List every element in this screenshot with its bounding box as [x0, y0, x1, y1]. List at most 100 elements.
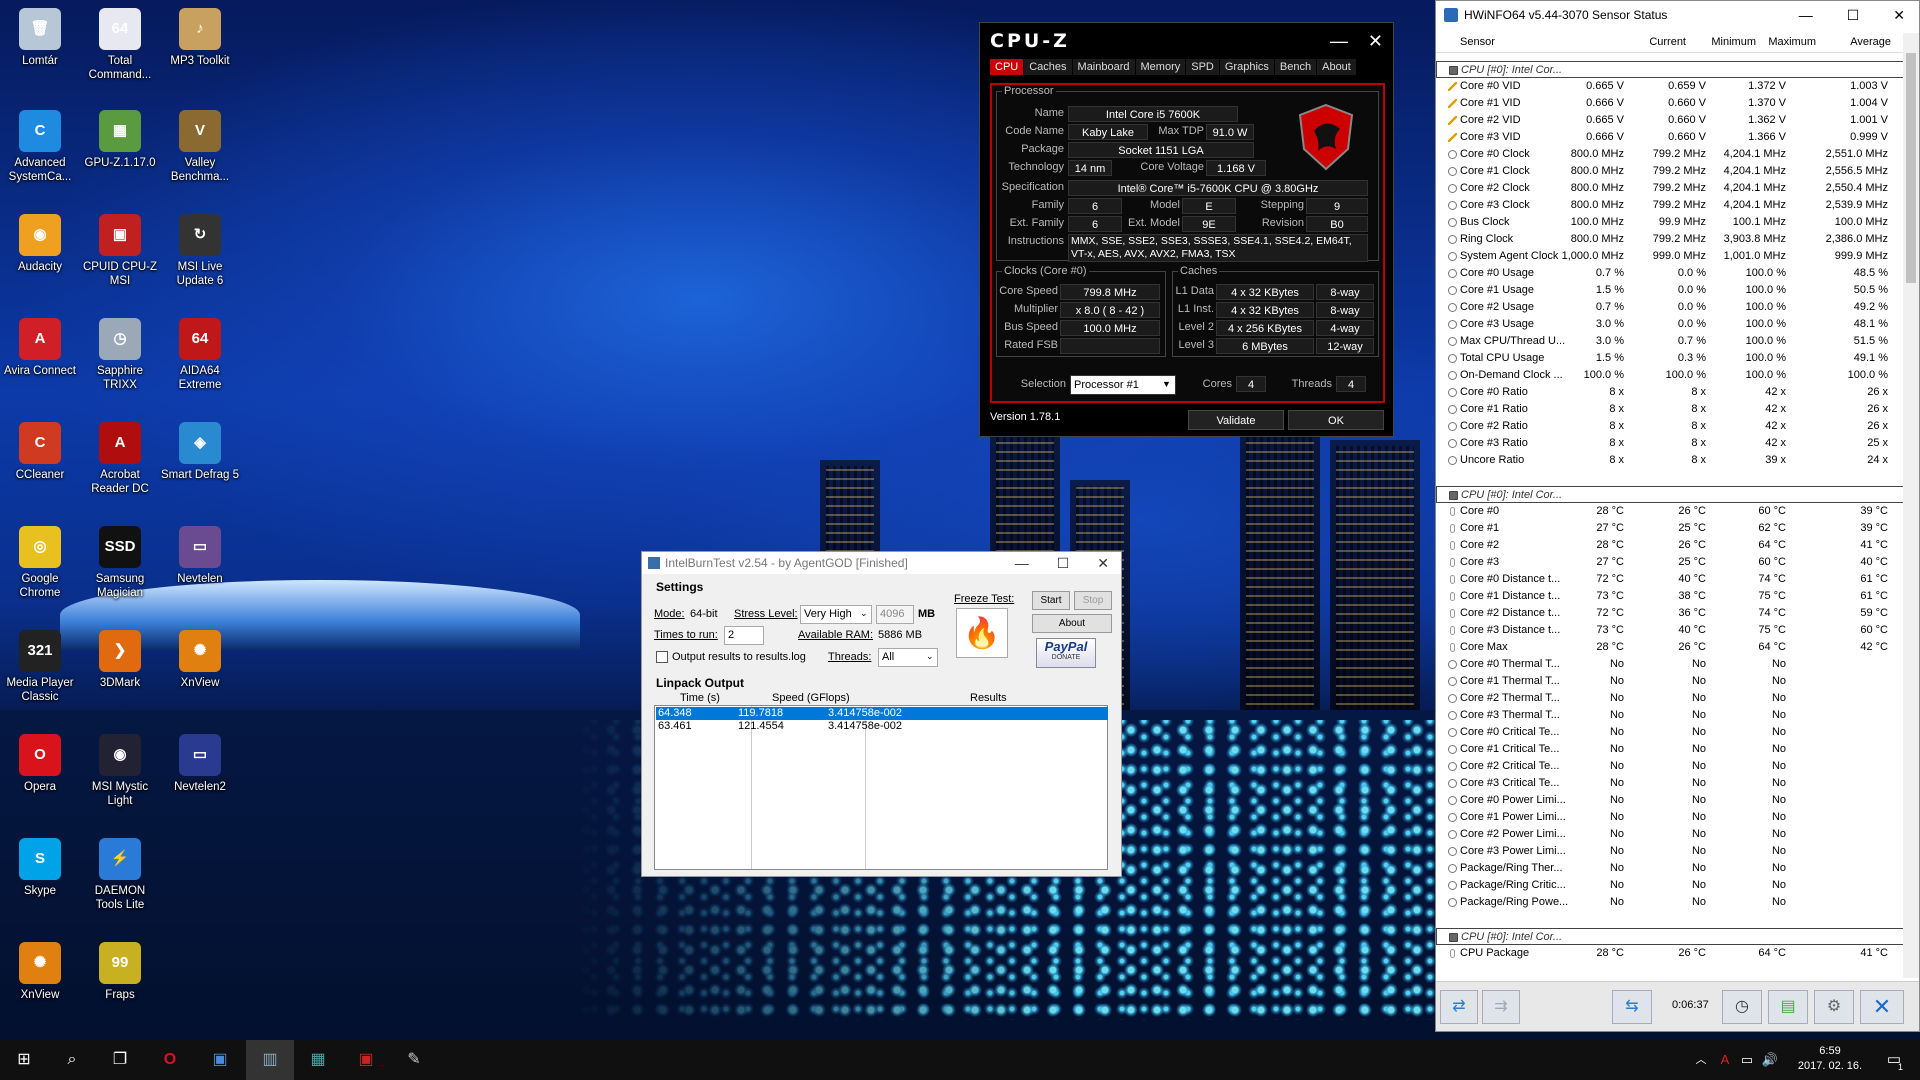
paypal-donate-button[interactable]: PayPal DONATE [1036, 638, 1096, 668]
close-icon[interactable]: ✕ [1368, 31, 1383, 52]
desktop-icon-cpuid-cpu-z-msi[interactable]: ▣ CPUID CPU-Z MSI [80, 214, 160, 288]
tab-mainboard[interactable]: Mainboard [1072, 59, 1135, 75]
table-row[interactable]: Core #2 28 °C 26 °C 64 °C 41 °C [1436, 537, 1904, 554]
desktop-icon-media-player-classic[interactable]: 321 Media Player Classic [0, 630, 80, 704]
desktop-icon-xnview[interactable]: ✺ XnView [160, 630, 240, 690]
col-sensor[interactable]: Sensor [1460, 36, 1495, 48]
table-row[interactable]: Core #2 Thermal T... No No No [1436, 690, 1904, 707]
desktop-icon-nevtelen2[interactable]: ▭ Nevtelen2 [160, 734, 240, 794]
chevron-down-icon[interactable]: ▼ [1162, 379, 1171, 389]
table-row[interactable]: Core #0 Distance t... 72 °C 40 °C 74 °C 61 °… [1436, 571, 1904, 588]
col-average[interactable]: Average [1806, 36, 1891, 48]
close-icon[interactable]: ✕ [1097, 555, 1109, 572]
memory-input[interactable]: 4096 [876, 605, 914, 624]
list-item[interactable]: 64.348 119.7818 3.414758e-002 [656, 707, 1108, 720]
desktop-icon-google-chrome[interactable]: ◎ Google Chrome [0, 526, 80, 600]
desktop-icon-lomt-r[interactable]: 🗑 Lomtár [0, 8, 80, 68]
cpuz-titlebar[interactable]: CPU-Z — ✕ [980, 23, 1393, 59]
table-row[interactable]: Package/Ring Critic... No No No [1436, 877, 1904, 894]
table-row[interactable]: Core #3 Usage 3.0 % 0.0 % 100.0 % 48.1 % [1436, 316, 1904, 333]
table-row[interactable]: Total CPU Usage 1.5 % 0.3 % 100.0 % 49.1 % [1436, 350, 1904, 367]
minimize-icon[interactable]: — [1330, 31, 1348, 52]
processor-select[interactable]: Processor #1 [1070, 375, 1176, 395]
table-row[interactable]: Core #2 Usage 0.7 % 0.0 % 100.0 % 49.2 % [1436, 299, 1904, 316]
minimize-icon[interactable]: — [1015, 555, 1029, 572]
windows-start-icon[interactable]: ⊞ [0, 1040, 48, 1080]
table-row[interactable]: Core #0 VID 0.665 V 0.659 V 1.372 V 1.003 V [1436, 78, 1904, 95]
table-row[interactable]: Core #2 Ratio 8 x 8 x 42 x 26 x [1436, 418, 1904, 435]
gpuz-taskbar-icon[interactable]: ▦ [294, 1040, 342, 1080]
table-row[interactable]: Core #0 Clock 800.0 MHz 799.2 MHz 4,204.1 M… [1436, 146, 1904, 163]
desktop-icon-ccleaner[interactable]: C CCleaner [0, 422, 80, 482]
close-sensors-icon[interactable]: ✕ [1860, 990, 1904, 1024]
table-row[interactable]: Core #3 Critical Te... No No No [1436, 775, 1904, 792]
stop-button[interactable]: Stop [1074, 591, 1112, 610]
table-row[interactable]: Core #1 Distance t... 73 °C 38 °C 75 °C 61 °… [1436, 588, 1904, 605]
sensor-group-row[interactable]: CPU [#0]: Intel Cor... [1436, 928, 1904, 945]
desktop-icon-opera[interactable]: O Opera [0, 734, 80, 794]
desktop-icon-acrobat-reader-dc[interactable]: A Acrobat Reader DC [80, 422, 160, 496]
table-row[interactable]: Ring Clock 800.0 MHz 799.2 MHz 3,903.8 MHz 2… [1436, 231, 1904, 248]
validate-button[interactable]: Validate [1188, 410, 1284, 430]
table-row[interactable]: Core #2 Clock 800.0 MHz 799.2 MHz 4,204.1 M… [1436, 180, 1904, 197]
arrows-left-right-icon[interactable]: ⇄ [1440, 990, 1478, 1024]
col-maximum[interactable]: Maximum [1736, 36, 1816, 48]
cpuz-window[interactable]: CPU-Z — ✕ CPU Caches Mainboard Memory SPD Grap… [979, 22, 1394, 437]
hwinfo-taskbar-icon[interactable]: ✎ [390, 1040, 438, 1080]
intelburntest-taskbar-icon[interactable]: ▥ [246, 1040, 294, 1080]
report-icon[interactable]: ▤ [1768, 990, 1808, 1024]
desktop-icon-msi-live-update-6[interactable]: ↻ MSI Live Update 6 [160, 214, 240, 288]
linpack-output-list[interactable]: 64.348 119.7818 3.414758e-002 63.461 121.455… [654, 705, 1108, 870]
table-row[interactable]: Core #1 Critical Te... No No No [1436, 741, 1904, 758]
desktop-icon-xnview[interactable]: ✺ XnView [0, 942, 80, 1002]
table-row[interactable]: Core #1 Clock 800.0 MHz 799.2 MHz 4,204.1 M… [1436, 163, 1904, 180]
table-row[interactable]: Core #0 Usage 0.7 % 0.0 % 100.0 % 48.5 % [1436, 265, 1904, 282]
network-tray-icon[interactable]: ▭ [1736, 1040, 1758, 1080]
desktop-icon-skype[interactable]: S Skype [0, 838, 80, 898]
network-icon[interactable]: ⇆ [1612, 990, 1652, 1024]
cpuz-taskbar-icon[interactable]: ▣ [342, 1040, 390, 1080]
sensor-scrollbar[interactable] [1903, 33, 1919, 978]
table-row[interactable]: Core #3 Clock 800.0 MHz 799.2 MHz 4,204.1 M… [1436, 197, 1904, 214]
desktop-icon-mp3-toolkit[interactable]: ♪ MP3 Toolkit [160, 8, 240, 68]
tab-caches[interactable]: Caches [1024, 59, 1072, 75]
table-row[interactable]: Core #2 Critical Te... No No No [1436, 758, 1904, 775]
output-results-checkbox[interactable] [656, 651, 668, 663]
table-row[interactable]: Core #0 Ratio 8 x 8 x 42 x 26 x [1436, 384, 1904, 401]
table-row[interactable]: Core #3 VID 0.666 V 0.660 V 1.366 V 0.999 V [1436, 129, 1904, 146]
desktop-icon-msi-mystic-light[interactable]: ◉ MSI Mystic Light [80, 734, 160, 808]
table-row[interactable]: Core #3 Power Limi... No No No [1436, 843, 1904, 860]
table-row[interactable]: Core #1 27 °C 25 °C 62 °C 39 °C [1436, 520, 1904, 537]
chevron-down-icon[interactable]: ⌄ [860, 608, 868, 619]
tab-memory[interactable]: Memory [1135, 59, 1186, 75]
desktop-icon-avira-connect[interactable]: A Avira Connect [0, 318, 80, 378]
table-row[interactable]: Uncore Ratio 8 x 8 x 39 x 24 x [1436, 452, 1904, 469]
intelburntest-window[interactable]: IntelBurnTest v2.54 - by AgentGOD [Finis… [641, 551, 1122, 877]
about-button[interactable]: About [1032, 614, 1112, 633]
scrollbar-thumb[interactable] [1906, 53, 1916, 283]
table-row[interactable]: Core #0 Thermal T... No No No [1436, 656, 1904, 673]
tab-spd[interactable]: SPD [1186, 59, 1219, 75]
table-row[interactable]: Core #3 Thermal T... No No No [1436, 707, 1904, 724]
chevron-up-icon[interactable]: ︿ [1690, 1040, 1712, 1080]
table-row[interactable]: Core #2 Distance t... 72 °C 36 °C 74 °C 59 °… [1436, 605, 1904, 622]
maximize-icon[interactable]: ☐ [1057, 555, 1070, 572]
desktop-icon-aida64-extreme[interactable]: 64 AIDA64 Extreme [160, 318, 240, 392]
desktop-icon-smart-defrag-5[interactable]: ◈ Smart Defrag 5 [160, 422, 240, 482]
desktop-icon-daemon-tools-lite[interactable]: ⚡ DAEMON Tools Lite [80, 838, 160, 912]
task-view-icon[interactable]: ❐ [96, 1040, 144, 1080]
times-to-run-input[interactable]: 2 [724, 626, 764, 645]
table-row[interactable]: Core #3 Ratio 8 x 8 x 42 x 25 x [1436, 435, 1904, 452]
table-row[interactable]: Max CPU/Thread U... 3.0 % 0.7 % 100.0 % 51.5… [1436, 333, 1904, 350]
table-row[interactable]: Core #1 Usage 1.5 % 0.0 % 100.0 % 50.5 % [1436, 282, 1904, 299]
start-button[interactable]: Start [1032, 591, 1070, 610]
table-row[interactable]: Core #1 Ratio 8 x 8 x 42 x 26 x [1436, 401, 1904, 418]
table-row[interactable]: Package/Ring Ther... No No No [1436, 860, 1904, 877]
table-row[interactable]: Core #1 Power Limi... No No No [1436, 809, 1904, 826]
hwinfo-titlebar[interactable]: HWiNFO64 v5.44-3070 Sensor Status — ☐ ✕ [1436, 1, 1919, 29]
clock-icon[interactable]: ◷ [1722, 990, 1762, 1024]
maximize-icon[interactable]: ☐ [1847, 7, 1860, 24]
table-row[interactable]: Core #0 Critical Te... No No No [1436, 724, 1904, 741]
table-row[interactable]: System Agent Clock 1,000.0 MHz 999.0 MHz 1,… [1436, 248, 1904, 265]
clock[interactable]: 6:59 2017. 02. 16. [1790, 1044, 1870, 1074]
